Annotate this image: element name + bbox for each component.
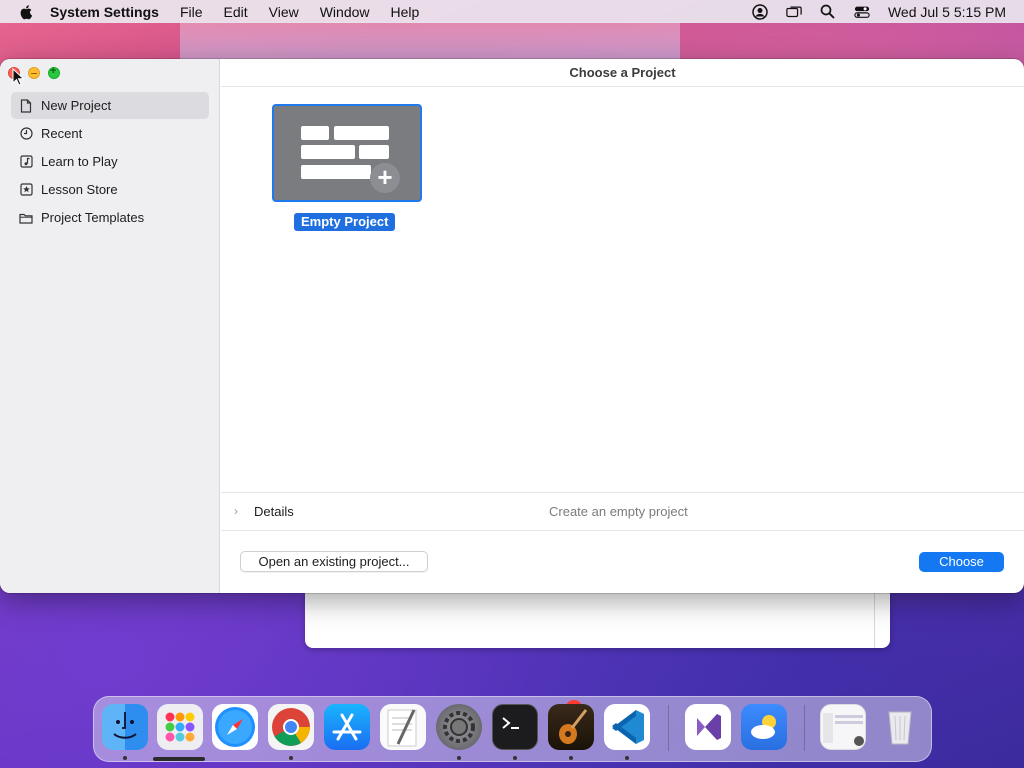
- menu-file[interactable]: File: [180, 4, 203, 20]
- app-store-icon[interactable]: [324, 704, 370, 750]
- tile-block: [334, 126, 389, 140]
- chevron-right-icon[interactable]: ›: [234, 504, 238, 518]
- mouse-cursor-icon: [12, 68, 24, 86]
- star-icon: [19, 183, 33, 197]
- safari-icon[interactable]: [212, 704, 258, 750]
- visual-studio-icon[interactable]: [685, 704, 731, 750]
- menu-edit[interactable]: Edit: [224, 4, 248, 20]
- open-existing-project-button[interactable]: Open an existing project...: [240, 551, 428, 572]
- sidebar-item-label: Lesson Store: [41, 182, 118, 197]
- dock-separator: [668, 705, 669, 751]
- dock-separator: [804, 705, 805, 751]
- details-row[interactable]: › Details Create an empty project: [221, 492, 1024, 531]
- details-description: Create an empty project: [549, 504, 688, 519]
- dock-indicator-bar: [153, 757, 205, 761]
- running-indicator: [457, 756, 461, 760]
- main-content: Choose a Project + Empty Project › Detai…: [221, 59, 1024, 593]
- running-indicator: [625, 756, 629, 760]
- sidebar-item-label: Project Templates: [41, 210, 145, 225]
- running-indicator: [569, 756, 573, 760]
- document-icon: [19, 98, 33, 113]
- terminal-icon[interactable]: [492, 704, 538, 750]
- sidebar-item-recent[interactable]: Recent: [11, 120, 209, 147]
- search-icon[interactable]: [820, 4, 836, 20]
- tile-block: [301, 126, 329, 140]
- background-window-panel: [305, 590, 875, 648]
- sidebar-item-lesson-store[interactable]: Lesson Store: [11, 176, 209, 203]
- running-indicator: [123, 756, 127, 760]
- launchpad-icon[interactable]: [157, 704, 203, 750]
- weather-icon[interactable]: [741, 704, 787, 750]
- window-title: Choose a Project: [221, 59, 1024, 87]
- details-label: Details: [254, 504, 294, 519]
- tile-block: [359, 145, 389, 159]
- running-indicator: [289, 756, 293, 760]
- zoom-button[interactable]: [48, 65, 60, 79]
- menu-window[interactable]: Window: [320, 4, 370, 20]
- menu-bar: System Settings File Edit View Window He…: [0, 0, 1024, 23]
- sidebar-item-label: New Project: [41, 98, 112, 113]
- minimize-button[interactable]: [28, 67, 40, 79]
- sidebar: New Project Recent Learn to Play Lesson …: [0, 59, 220, 593]
- finder-icon[interactable]: [102, 704, 148, 750]
- menu-help[interactable]: Help: [391, 4, 420, 20]
- apple-icon[interactable]: [18, 4, 36, 20]
- sidebar-item-learn-to-play[interactable]: Learn to Play: [11, 148, 209, 175]
- sidebar-item-project-templates[interactable]: Project Templates: [11, 204, 209, 231]
- dock: 2: [93, 696, 932, 762]
- sidebar-nav: New Project Recent Learn to Play Lesson …: [11, 92, 209, 232]
- background-window[interactable]: [305, 590, 890, 648]
- chrome-icon[interactable]: [268, 704, 314, 750]
- sidebar-item-label: Recent: [41, 126, 83, 141]
- system-settings-icon[interactable]: [436, 704, 482, 750]
- add-icon: +: [370, 163, 400, 193]
- empty-project-label[interactable]: Empty Project: [294, 213, 396, 231]
- trash-icon[interactable]: [877, 704, 923, 750]
- control-center-icon[interactable]: [854, 4, 870, 20]
- user-icon[interactable]: [752, 3, 768, 20]
- menu-view[interactable]: View: [269, 4, 299, 20]
- empty-project-tile[interactable]: +: [272, 104, 422, 202]
- clock-icon: [19, 127, 33, 141]
- wallpaper-highlight: [180, 22, 680, 62]
- folder-icon: [19, 211, 33, 225]
- menu-clock[interactable]: Wed Jul 5 5:15 PM: [888, 4, 1006, 20]
- tile-block: [301, 165, 371, 179]
- sidebar-item-label: Learn to Play: [41, 154, 118, 169]
- music-note-icon: [19, 155, 33, 169]
- sidebar-item-new-project[interactable]: New Project: [11, 92, 209, 119]
- running-indicator: [513, 756, 517, 760]
- garageband-icon[interactable]: [548, 704, 594, 750]
- choose-button[interactable]: Choose: [919, 552, 1004, 572]
- project-chooser-window: New Project Recent Learn to Play Lesson …: [0, 59, 1024, 593]
- vscode-icon[interactable]: [604, 704, 650, 750]
- textedit-icon[interactable]: [380, 704, 426, 750]
- preview-window-thumbnail[interactable]: [820, 704, 866, 750]
- menu-app-name[interactable]: System Settings: [50, 4, 159, 20]
- screen-mirror-icon[interactable]: [786, 4, 802, 20]
- tile-block: [301, 145, 355, 159]
